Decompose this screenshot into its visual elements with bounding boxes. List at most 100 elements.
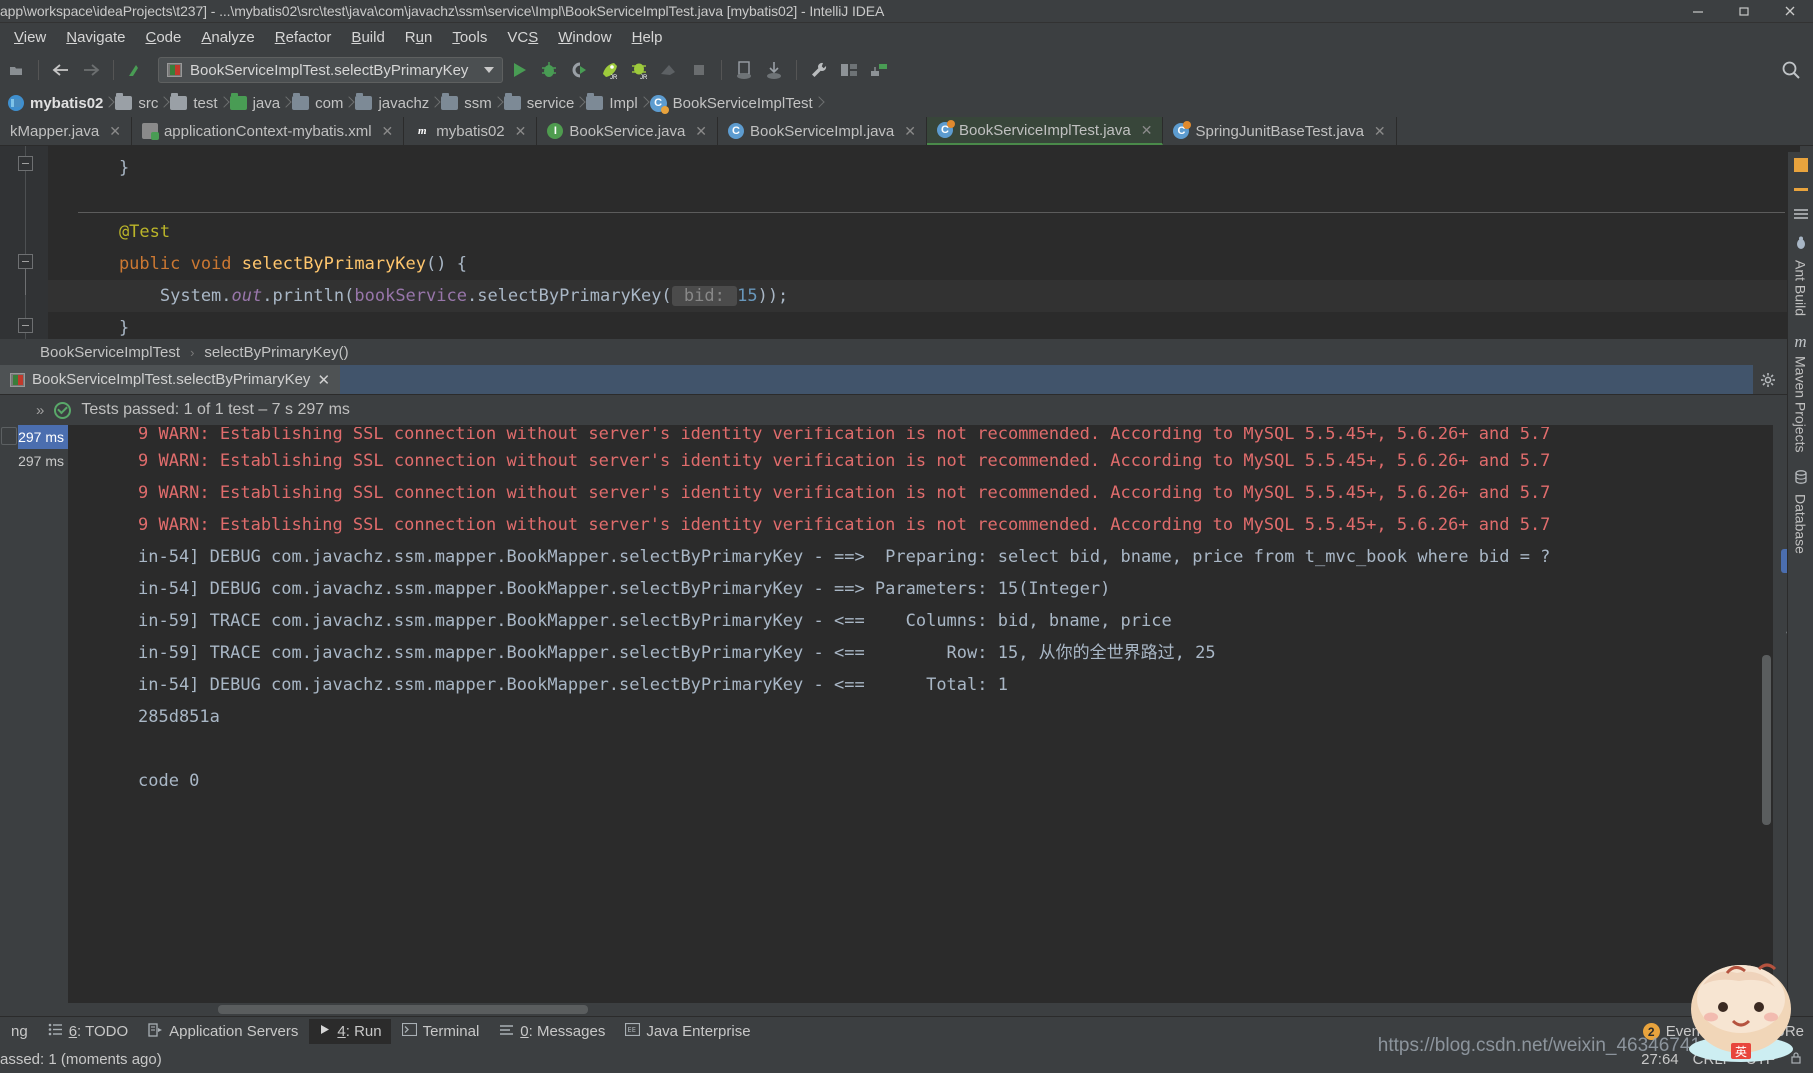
rerun-icon[interactable] (1, 427, 17, 445)
project-structure-icon[interactable] (835, 56, 863, 84)
test-tree-panel[interactable]: 297 ms 297 ms (18, 425, 68, 1016)
editor-tab-bookserviceimpl[interactable]: C BookServiceImpl.java ✕ (718, 117, 927, 145)
menu-vcs[interactable]: VCS (497, 27, 548, 48)
run-icon[interactable] (505, 56, 533, 84)
breadcrumb-item-com[interactable]: com (288, 89, 351, 117)
breadcrumb-item-mybatis02[interactable]: mybatis02 (4, 89, 111, 117)
open-recent-icon[interactable] (2, 56, 30, 84)
breadcrumb-item-test[interactable]: test (166, 89, 225, 117)
debug-icon[interactable] (535, 56, 563, 84)
menu-tools[interactable]: Tools (442, 27, 497, 48)
close-icon[interactable]: ✕ (382, 123, 394, 140)
run-with-coverage-icon[interactable] (565, 56, 593, 84)
editor-tab-mybatis02[interactable]: m mybatis02 ✕ (404, 117, 538, 145)
status-tab-application-servers[interactable]: Application Servers (139, 1019, 307, 1045)
editor-code-area[interactable]: } @Test public void selectByPrimaryKey()… (48, 146, 1813, 339)
menu-view[interactable]: View (4, 27, 56, 48)
download-icon[interactable] (760, 56, 788, 84)
status-tab-messages[interactable]: 0: Messages (490, 1019, 614, 1044)
breadcrumb-item-src[interactable]: src (111, 89, 166, 117)
test-tree-row[interactable]: 297 ms (18, 425, 68, 449)
breadcrumb-method[interactable]: selectByPrimaryKey() (204, 344, 348, 361)
fold-marker-icon[interactable] (18, 318, 33, 333)
status-tab-todo[interactable]: 6: TODO (39, 1019, 137, 1044)
sync-gradle-icon[interactable] (865, 56, 893, 84)
build-project-icon[interactable] (122, 56, 150, 84)
breadcrumb-item-javachz[interactable]: javachz (351, 89, 437, 117)
console-line: in-54] DEBUG com.javachz.ssm.mapper.Book… (138, 579, 1111, 599)
right-tool-maven-projects[interactable]: m Maven Projects (1793, 332, 1809, 452)
close-icon[interactable]: ✕ (317, 371, 330, 389)
line-separator[interactable]: CRLF (1693, 1051, 1732, 1068)
settings-wrench-icon[interactable] (805, 56, 833, 84)
test-duration: 297 ms (18, 429, 64, 445)
breadcrumb-item-impl[interactable]: Impl (582, 89, 645, 117)
expand-icon[interactable]: » (36, 402, 44, 419)
close-icon[interactable]: ✕ (515, 123, 527, 140)
close-icon[interactable]: ✕ (1141, 122, 1153, 139)
attach-profiler-icon[interactable] (655, 56, 683, 84)
run-tool-window: BookServiceImplTest.selectByPrimaryKey ✕ (0, 365, 1813, 1016)
right-tool-ant-build[interactable]: Ant Build (1793, 235, 1809, 316)
stop-icon[interactable] (685, 56, 713, 84)
fold-marker-icon[interactable] (18, 156, 33, 171)
jrebel-debug-icon[interactable]: JR (625, 56, 653, 84)
close-button[interactable] (1767, 0, 1813, 23)
menu-analyze[interactable]: Analyze (191, 27, 264, 48)
console-horizontal-scrollbar-thumb[interactable] (218, 1005, 588, 1014)
code-editor[interactable]: } @Test public void selectByPrimaryKey()… (0, 146, 1813, 339)
close-icon[interactable]: ✕ (695, 123, 707, 140)
minimize-button[interactable] (1675, 0, 1721, 23)
breadcrumb-item-ssm[interactable]: ssm (437, 89, 500, 117)
run-window-tab[interactable]: BookServiceImplTest.selectByPrimaryKey ✕ (0, 365, 341, 394)
status-tab-java-enterprise[interactable]: EE Java Enterprise (616, 1019, 759, 1044)
menu-window[interactable]: Window (548, 27, 621, 48)
caret-position[interactable]: 27:64 (1641, 1051, 1679, 1068)
editor-gutter[interactable] (0, 146, 48, 339)
forward-icon[interactable] (77, 56, 105, 84)
chevron-down-icon[interactable] (484, 67, 495, 73)
close-icon[interactable]: ✕ (904, 123, 916, 140)
test-run-status-bar: » Tests passed: 1 of 1 test – 7 s 297 ms (0, 395, 1813, 425)
menu-build[interactable]: Build (341, 27, 394, 48)
jrebel-button[interactable]: JRe (1744, 1018, 1813, 1045)
breadcrumb-item-java[interactable]: java (226, 89, 289, 117)
maximize-button[interactable] (1721, 0, 1767, 23)
menu-refactor[interactable]: Refactor (265, 27, 342, 48)
encoding-indicator[interactable]: UTF (1746, 1051, 1775, 1068)
editor-tab-applicationcontext-mybatis[interactable]: applicationContext-mybatis.xml ✕ (132, 117, 405, 145)
close-icon[interactable]: ✕ (109, 123, 121, 140)
update-application-icon[interactable] (730, 56, 758, 84)
editor-tab-bookservice[interactable]: I BookService.java ✕ (537, 117, 719, 145)
menu-navigate[interactable]: Navigate (56, 27, 135, 48)
gear-icon[interactable] (1753, 365, 1783, 394)
menu-code[interactable]: Code (135, 27, 191, 48)
console-output[interactable]: 9 WARN: Establishing SSL connection with… (68, 425, 1773, 1016)
breadcrumb-class[interactable]: BookServiceImplTest (40, 344, 180, 361)
search-everywhere-icon[interactable] (1777, 56, 1805, 84)
jrebel-run-icon[interactable]: JR (595, 56, 623, 84)
console-horizontal-scrollbar[interactable] (68, 1003, 1760, 1016)
lock-icon[interactable] (1789, 1051, 1803, 1069)
inspections-icon[interactable] (1793, 207, 1809, 219)
menu-help[interactable]: Help (622, 27, 673, 48)
run-icon (318, 1023, 331, 1040)
console-vertical-scrollbar-thumb[interactable] (1762, 655, 1771, 825)
fold-marker-icon[interactable] (18, 254, 33, 269)
editor-tab-springjunitbasetest[interactable]: C SpringJunitBaseTest.java ✕ (1163, 117, 1397, 145)
menu-run[interactable]: Run (395, 27, 443, 48)
breadcrumb-item-bookserviceimpltest[interactable]: C BookServiceImplTest (646, 89, 821, 117)
status-tab-terminal[interactable]: Terminal (393, 1019, 489, 1044)
breadcrumb-item-service[interactable]: service (500, 89, 583, 117)
status-tab-run[interactable]: 4: Run (309, 1019, 391, 1044)
event-log-button[interactable]: 2 Event Log (1634, 1019, 1743, 1044)
editor-tab-bookserviceimpltest[interactable]: C BookServiceImplTest.java ✕ (927, 117, 1164, 145)
run-configuration-selector[interactable]: BookServiceImplTest.selectByPrimaryKey (158, 57, 504, 83)
status-tab-clipped[interactable]: ng (2, 1019, 37, 1044)
editor-tab-kmapper[interactable]: kMapper.java ✕ (0, 117, 132, 145)
test-tree-row[interactable]: 297 ms (18, 449, 68, 473)
breadcrumb-label: javachz (378, 94, 430, 112)
right-tool-database[interactable]: Database (1793, 469, 1809, 553)
close-icon[interactable]: ✕ (1374, 123, 1386, 140)
back-icon[interactable] (47, 56, 75, 84)
